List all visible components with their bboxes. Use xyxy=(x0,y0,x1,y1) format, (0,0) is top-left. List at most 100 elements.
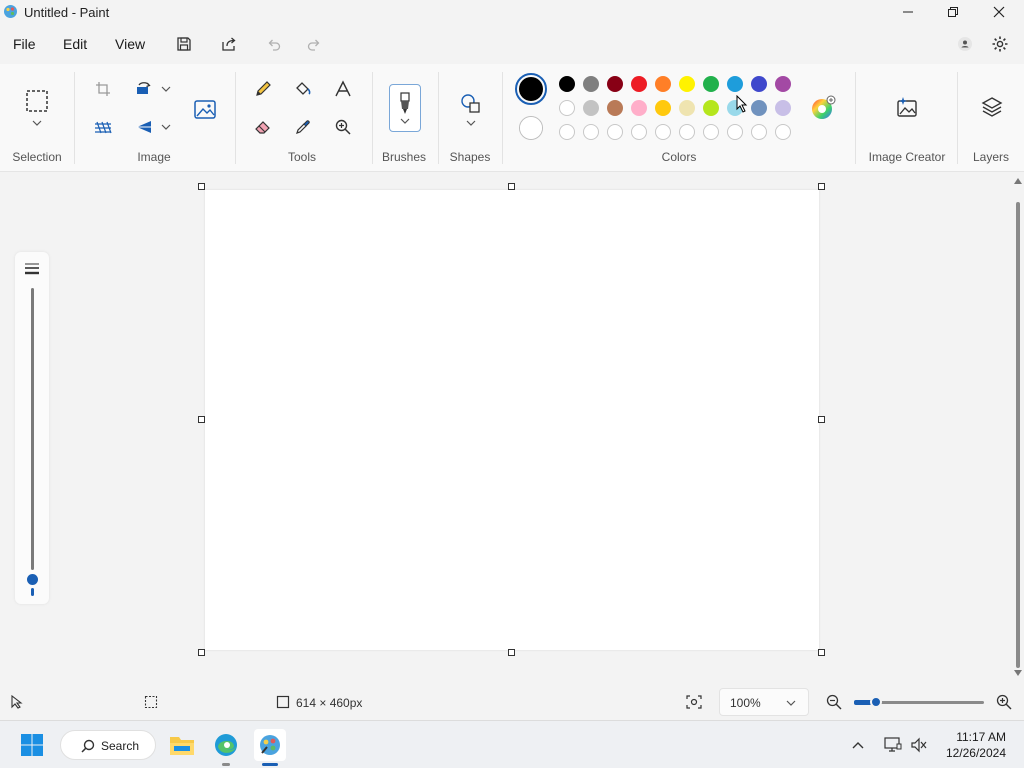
remove-background-button[interactable] xyxy=(92,116,114,138)
color-swatch[interactable] xyxy=(583,76,599,92)
custom-color-slot[interactable] xyxy=(751,124,767,140)
color-swatch[interactable] xyxy=(751,100,767,116)
color-swatch[interactable] xyxy=(703,76,719,92)
crop-icon xyxy=(96,82,110,96)
vertical-scrollbar[interactable] xyxy=(1013,176,1023,676)
selection-dropdown[interactable] xyxy=(30,118,44,128)
edit-colors-button[interactable] xyxy=(809,94,837,122)
zoom-level-select[interactable]: 100% xyxy=(719,688,809,716)
menu-view[interactable]: View xyxy=(115,36,145,52)
custom-color-slot[interactable] xyxy=(727,124,743,140)
resize-handle-bottom[interactable] xyxy=(508,649,515,656)
account-icon xyxy=(958,37,972,51)
menu-file[interactable]: File xyxy=(13,36,36,52)
paint-taskbar-button[interactable] xyxy=(254,729,286,761)
resize-handle-left[interactable] xyxy=(198,416,205,423)
custom-color-slot[interactable] xyxy=(631,124,647,140)
resize-handle-top-left[interactable] xyxy=(198,183,205,190)
resize-handle-top-right[interactable] xyxy=(818,183,825,190)
zoom-slider-thumb[interactable] xyxy=(870,696,882,708)
color-swatch[interactable] xyxy=(655,76,671,92)
show-hidden-icons-button[interactable] xyxy=(846,729,870,761)
image-creator-button[interactable] xyxy=(892,92,922,122)
scrollbar-thumb[interactable] xyxy=(1016,202,1020,668)
color-swatch[interactable] xyxy=(607,76,623,92)
layers-button[interactable] xyxy=(977,92,1007,122)
color-swatch[interactable] xyxy=(559,76,575,92)
settings-button[interactable] xyxy=(990,34,1010,54)
minimize-button[interactable] xyxy=(885,0,931,24)
resize-button[interactable] xyxy=(133,78,155,100)
resize-handle-bottom-right[interactable] xyxy=(818,649,825,656)
custom-color-slot[interactable] xyxy=(679,124,695,140)
color-swatch[interactable] xyxy=(751,76,767,92)
fill-tool[interactable] xyxy=(291,77,315,101)
custom-color-slot[interactable] xyxy=(703,124,719,140)
zoom-out-button[interactable] xyxy=(824,692,844,712)
ribbon-divider xyxy=(502,72,503,164)
color-swatch[interactable] xyxy=(775,100,791,116)
account-button[interactable] xyxy=(955,34,975,54)
resize-handle-right[interactable] xyxy=(818,416,825,423)
edge-browser-button[interactable] xyxy=(210,729,242,761)
custom-color-slot[interactable] xyxy=(583,124,599,140)
resize-handle-top[interactable] xyxy=(508,183,515,190)
image-edit-button[interactable] xyxy=(190,94,220,124)
save-button[interactable] xyxy=(174,34,194,54)
secondary-color-button[interactable] xyxy=(519,116,543,140)
shapes-button[interactable] xyxy=(458,90,484,116)
shapes-dropdown[interactable] xyxy=(464,118,478,128)
color-swatch[interactable] xyxy=(559,100,575,116)
selection-button[interactable] xyxy=(22,86,52,116)
stroke-size-icon xyxy=(25,263,39,275)
resize-handle-bottom-left[interactable] xyxy=(198,649,205,656)
color-swatch[interactable] xyxy=(679,76,695,92)
volume-button[interactable] xyxy=(906,729,932,761)
color-swatch[interactable] xyxy=(631,100,647,116)
color-swatch[interactable] xyxy=(727,76,743,92)
menu-edit[interactable]: Edit xyxy=(63,36,87,52)
colors-group-label: Colors xyxy=(661,150,697,164)
color-swatch[interactable] xyxy=(607,100,623,116)
brush-size-slider[interactable] xyxy=(31,288,34,570)
brush-size-slider-thumb[interactable] xyxy=(27,574,38,585)
undo-button[interactable] xyxy=(264,34,284,54)
network-status-button[interactable] xyxy=(880,729,906,761)
redo-button[interactable] xyxy=(304,34,324,54)
rotate-button[interactable] xyxy=(133,116,155,138)
tools-group-label: Tools xyxy=(287,150,316,164)
fit-to-window-button[interactable] xyxy=(684,692,704,712)
file-explorer-button[interactable] xyxy=(166,729,198,761)
taskbar-search[interactable]: Search xyxy=(60,730,156,760)
color-swatch[interactable] xyxy=(583,100,599,116)
zoom-in-button[interactable] xyxy=(994,692,1014,712)
text-tool[interactable] xyxy=(331,77,355,101)
pencil-tool[interactable] xyxy=(251,77,275,101)
rotate-dropdown[interactable] xyxy=(160,122,172,132)
primary-color-button[interactable] xyxy=(515,73,547,105)
color-picker-tool[interactable] xyxy=(291,115,315,139)
close-button[interactable] xyxy=(976,0,1022,24)
magnifier-tool[interactable] xyxy=(331,115,355,139)
share-button[interactable] xyxy=(219,34,239,54)
crop-button[interactable] xyxy=(92,78,114,100)
brushes-button[interactable] xyxy=(389,84,421,132)
custom-color-slot[interactable] xyxy=(559,124,575,140)
minimize-icon xyxy=(903,11,913,13)
start-button[interactable] xyxy=(16,729,48,761)
system-clock[interactable]: 11:17 AM 12/26/2024 xyxy=(936,729,1006,761)
ribbon-toolbar: Selection Image Tools Brushes Shapes Col… xyxy=(0,64,1024,172)
color-swatch[interactable] xyxy=(775,76,791,92)
drawing-canvas[interactable] xyxy=(205,190,819,650)
resize-dropdown[interactable] xyxy=(160,84,172,94)
color-swatch[interactable] xyxy=(655,100,671,116)
color-swatch[interactable] xyxy=(631,76,647,92)
color-swatch[interactable] xyxy=(679,100,695,116)
color-swatch[interactable] xyxy=(703,100,719,116)
chevron-down-icon xyxy=(161,86,171,92)
custom-color-slot[interactable] xyxy=(607,124,623,140)
restore-button[interactable] xyxy=(930,0,976,24)
custom-color-slot[interactable] xyxy=(775,124,791,140)
eraser-tool[interactable] xyxy=(251,115,275,139)
custom-color-slot[interactable] xyxy=(655,124,671,140)
